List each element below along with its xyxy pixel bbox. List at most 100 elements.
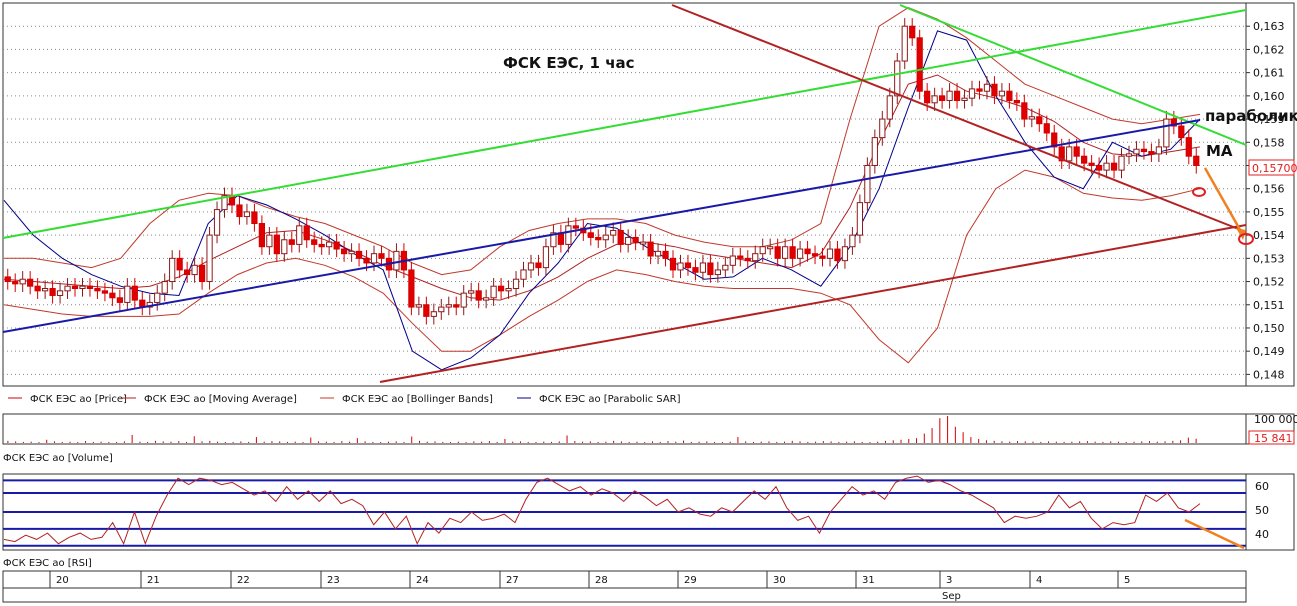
candle-body [206, 234, 213, 283]
candle-body [692, 267, 699, 273]
rsi-tick-50: 50 [1255, 504, 1269, 517]
candle-body [505, 288, 512, 292]
candle-body [1133, 148, 1140, 155]
candle-body [931, 95, 938, 104]
candle-body [699, 262, 707, 273]
candle-body [191, 264, 198, 276]
candle-body [79, 285, 86, 290]
candle-body [408, 269, 415, 308]
volume-panel-frame [2, 413, 1247, 445]
candle-body [1095, 164, 1103, 171]
month-label: Sep [942, 591, 961, 602]
candle-body [968, 88, 976, 99]
candle-body [333, 241, 340, 250]
candle-body [572, 225, 579, 229]
price-tick-label: 0,154 [1253, 229, 1285, 242]
day-label: 28 [595, 575, 608, 586]
candle-body [445, 304, 452, 308]
candle-body [363, 257, 370, 264]
candle-body [819, 255, 826, 259]
legend-item: ФСК ЕЭС ао [Moving Average] [144, 394, 297, 405]
candle-body [744, 257, 751, 262]
candle-body [348, 250, 355, 255]
candle-body [1073, 146, 1080, 157]
candle-body [497, 285, 505, 292]
candle-body [602, 234, 609, 241]
price-tick-label: 0,158 [1253, 136, 1285, 149]
candle-body [1088, 162, 1095, 166]
candle-body [557, 232, 565, 245]
candle-body [774, 246, 781, 259]
rsi-tick-40: 40 [1255, 528, 1269, 541]
time-axis-frame [2, 570, 1247, 603]
candle-body [879, 118, 886, 139]
candle-body [161, 281, 168, 294]
candle-body [587, 232, 594, 238]
candle-body [789, 246, 796, 259]
candle-body [924, 90, 931, 104]
day-label: 4 [1036, 575, 1042, 586]
candle-body [318, 243, 325, 248]
price-tick-label: 0,149 [1253, 345, 1285, 358]
price-tick-label: 0,152 [1253, 276, 1285, 289]
candle-body [101, 290, 109, 294]
candle-body [1036, 116, 1043, 125]
candle-body [340, 248, 348, 255]
candle-body [938, 95, 946, 101]
candle-body [1118, 155, 1125, 171]
candle-body [415, 304, 422, 308]
candle-body [184, 269, 191, 276]
volume-legend: ФСК ЕЭС ао [Volume] [3, 453, 113, 464]
candle-body [520, 269, 527, 280]
price-tick-label: 0,156 [1253, 183, 1285, 196]
day-label: 20 [56, 575, 69, 586]
rsi-legend: ФСК ЕЭС ао [RSI] [3, 558, 92, 569]
candle-body [1155, 146, 1163, 155]
candle-body [864, 164, 871, 204]
candle-body [453, 304, 460, 308]
candle-body [243, 211, 251, 218]
candle-body [1110, 162, 1118, 171]
candle-body [782, 246, 789, 259]
candle-body [34, 285, 41, 292]
price-tick-label: 0,163 [1253, 20, 1285, 33]
candle-body [1028, 116, 1035, 120]
candle-body [460, 292, 467, 308]
candle-body [961, 97, 968, 101]
volume-max-tick: 100 000 [1254, 413, 1297, 426]
candle-body [169, 257, 176, 283]
candle-body [647, 241, 654, 257]
candle-body [258, 223, 266, 248]
price-tick-label: 0,150 [1253, 322, 1285, 335]
candle-body [213, 209, 221, 236]
candle-body [438, 306, 445, 313]
candle-body [767, 246, 774, 250]
candle-body [998, 90, 1006, 97]
candle-body [677, 262, 684, 271]
candle-body [512, 278, 520, 290]
candle-body [19, 278, 26, 285]
chart-title: ФСК ЕЭС, 1 час [503, 54, 635, 72]
candle-body [834, 248, 841, 262]
day-label: 23 [327, 575, 340, 586]
candle-body [490, 285, 497, 299]
candle-body [124, 285, 131, 303]
candle-body [991, 83, 998, 97]
candle-body [4, 276, 11, 283]
price-tick-label: 0,162 [1253, 43, 1285, 56]
candle-body [722, 264, 729, 271]
candle-body [811, 253, 819, 257]
candle-body [475, 290, 482, 301]
candle-body [610, 229, 617, 236]
legend-item: ФСК ЕЭС ао [Parabolic SAR] [539, 394, 681, 405]
candle-body [483, 297, 490, 301]
candle-body [288, 239, 295, 245]
annotation-parabolic: параболик [1205, 107, 1297, 125]
candle-body [1021, 102, 1028, 120]
candle-body [131, 285, 138, 301]
candle-body [535, 262, 542, 269]
candle-body [654, 250, 662, 257]
rsi-tick-60: 60 [1255, 480, 1269, 493]
candle-body [542, 246, 550, 269]
day-label: 3 [946, 575, 952, 586]
